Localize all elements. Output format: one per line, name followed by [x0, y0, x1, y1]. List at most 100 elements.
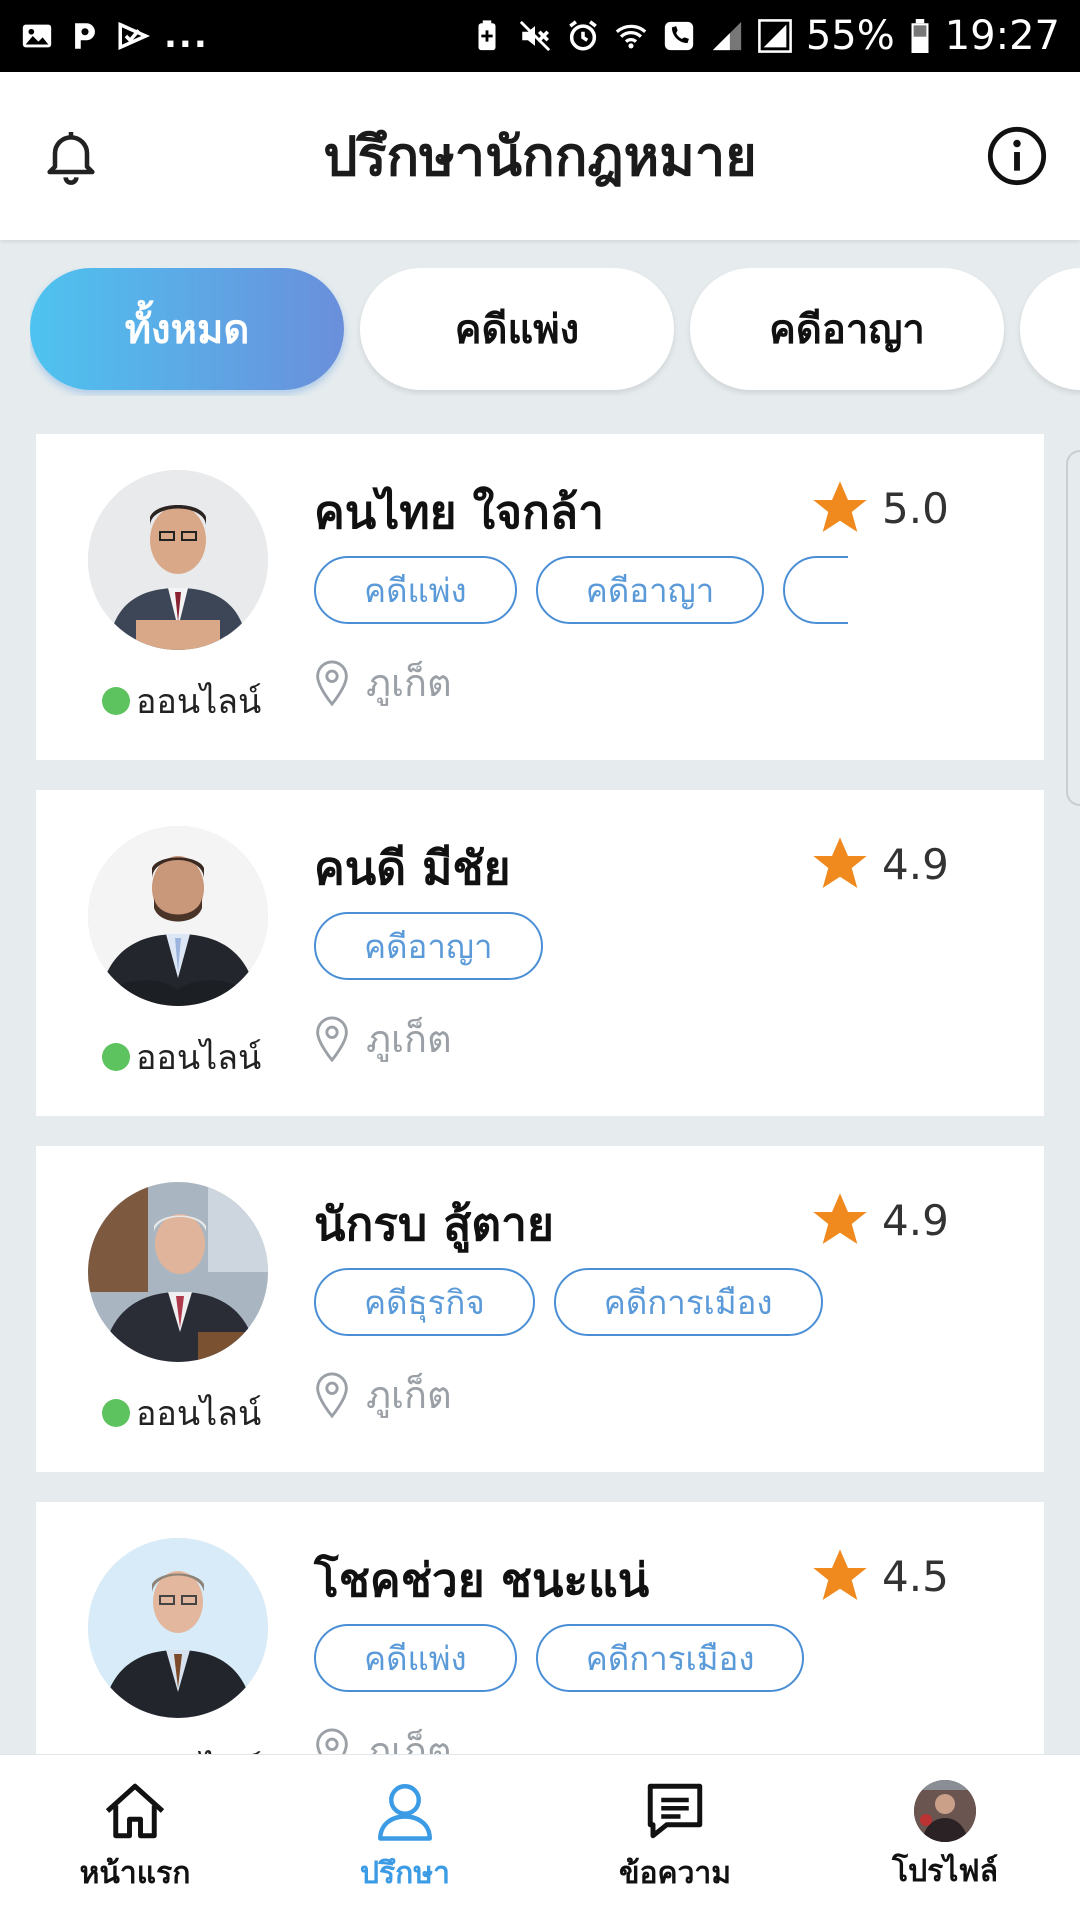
battery-icon [909, 19, 931, 53]
rating-value: 5.0 [882, 483, 949, 533]
specialty-tag: คดีแพ่ง [314, 556, 517, 624]
alarm-icon [566, 19, 600, 53]
clock: 19:27 [944, 13, 1060, 59]
nav-profile-label: โปรไฟล์ [892, 1854, 998, 1889]
status-bar-right: 55% 19:27 [470, 13, 1060, 59]
lawyer-location: ภูเก็ต [314, 1008, 452, 1069]
nav-messages[interactable]: ข้อความ [555, 1778, 795, 1897]
signal-icon-2 [757, 19, 792, 53]
rating-value: 4.9 [882, 1195, 949, 1245]
star-icon [813, 1193, 867, 1244]
bottom-navigation: หน้าแรก ปรึกษา ข้อความ โปรไฟล์ [0, 1754, 1080, 1920]
specialty-tag: คดีการเมือง [535, 1624, 805, 1692]
lawyer-rating: 4.5 [808, 1544, 949, 1608]
specialty-tag: คดีอาญา [535, 556, 765, 624]
online-status: ออนไลน์ [102, 1386, 261, 1440]
page-title: ปรึกษานักกฎหมาย [323, 125, 757, 188]
lawyer-rating: 4.9 [808, 832, 949, 896]
app-header: ปรึกษานักกฎหมาย [0, 72, 1080, 240]
info-icon [987, 126, 1047, 186]
specialty-tag: คดีแพ่ง [314, 1624, 517, 1692]
lawyer-tags: คดีแพ่ง คดีการเมือง [314, 1624, 848, 1694]
lawyer-location: ภูเก็ต [314, 1720, 452, 1754]
specialty-tag: คดีอาญา [314, 912, 543, 980]
location-pin-icon [316, 1371, 348, 1418]
lawyer-rating: 4.9 [808, 1188, 949, 1252]
online-indicator [102, 687, 130, 715]
lawyer-list: ออนไลน์ คนไทย ใจกล้า 5.0 คดีแพ่ง คดีอาญา… [36, 434, 1044, 1754]
location-text: ภูเก็ต [366, 1373, 452, 1417]
rating-value: 4.9 [882, 839, 949, 889]
location-pin-icon [316, 659, 348, 706]
lawyer-name: คนดี มีชัย [314, 841, 511, 895]
nav-profile[interactable]: โปรไฟล์ [825, 1780, 1065, 1895]
location-text: ภูเก็ต [366, 661, 452, 705]
online-status: ออนไลน์ [102, 674, 261, 728]
nav-consult[interactable]: ปรึกษา [285, 1778, 525, 1897]
lawyer-card[interactable]: ออนไลน์ คนดี มีชัย 4.9 คดีอาญา ภูเก็ต [36, 790, 1044, 1116]
lawyer-name: นักรบ สู้ตาย [314, 1197, 554, 1251]
lawyer-tags: คดีธุรกิจ คดีการเมือง [314, 1268, 848, 1338]
user-icon [378, 1784, 432, 1841]
rating-value: 4.5 [882, 1551, 949, 1601]
profile-avatar [914, 1780, 976, 1842]
location-text: ภูเก็ต [366, 1729, 452, 1754]
status-bar: ... 55% 19:27 [0, 0, 1080, 72]
notifications-button[interactable] [36, 121, 106, 191]
online-indicator [102, 1043, 130, 1071]
filter-criminal[interactable]: คดีอาญา [690, 268, 1004, 390]
online-label: ออนไลน์ [136, 682, 262, 722]
filter-civil[interactable]: คดีแพ่ง [360, 268, 674, 390]
lawyer-card[interactable]: ออนไลน์ โชคช่วย ชนะแน่ 4.5 คดีแพ่ง คดีกา… [36, 1502, 1044, 1754]
lawyer-card[interactable]: ออนไลน์ คนไทย ใจกล้า 5.0 คดีแพ่ง คดีอาญา… [36, 434, 1044, 760]
nav-home-label: หน้าแรก [79, 1856, 191, 1891]
specialty-tag: คดีการเมือง [553, 1268, 823, 1336]
specialty-tag: คดีธุรกิจ [314, 1268, 535, 1336]
bell-icon [47, 132, 95, 185]
nav-messages-label: ข้อความ [618, 1856, 732, 1891]
lawyer-tags: คดีแพ่ง คดีอาญา [314, 556, 848, 626]
star-icon [813, 837, 867, 888]
lawyer-avatar [88, 826, 268, 1006]
online-label: ออนไลน์ [136, 1038, 262, 1078]
info-button[interactable] [982, 121, 1052, 191]
lawyer-avatar [88, 470, 268, 650]
lawyer-avatar [88, 1182, 268, 1362]
lawyer-avatar [88, 1538, 268, 1718]
filter-all[interactable]: ทั้งหมด [30, 268, 344, 390]
image-icon [20, 19, 54, 53]
location-pin-icon [316, 1727, 348, 1754]
lawyer-location: ภูเก็ต [314, 652, 452, 713]
online-indicator [102, 1399, 130, 1427]
lawyer-name: โชคช่วย ชนะแน่ [314, 1553, 650, 1607]
lawyer-card[interactable]: ออนไลน์ นักรบ สู้ตาย 4.9 คดีธุรกิจ คดีกา… [36, 1146, 1044, 1472]
location-pin-icon [316, 1015, 348, 1062]
mute-icon [518, 19, 552, 53]
message-icon [647, 1783, 703, 1839]
filter-more[interactable] [1020, 268, 1080, 390]
lawyer-location: ภูเก็ต [314, 1364, 452, 1425]
online-label: ออนไลน์ [136, 1742, 261, 1754]
star-icon [813, 481, 867, 532]
next-card-edge [1066, 450, 1080, 806]
nav-consult-label: ปรึกษา [360, 1856, 450, 1891]
home-icon [105, 1783, 165, 1839]
nav-home[interactable]: หน้าแรก [15, 1778, 255, 1897]
lawyer-tags: คดีอาญา [314, 912, 848, 982]
star-icon [813, 1549, 867, 1600]
battery-saver-icon [470, 19, 504, 53]
online-status: ออนไลน์ [102, 1030, 261, 1084]
signal-icon [710, 19, 744, 53]
status-bar-left: ... [20, 16, 209, 56]
more-notifications: ... [164, 16, 209, 56]
category-filter-bar: ทั้งหมด คดีแพ่ง คดีอาญา [30, 268, 1080, 396]
battery-percent: 55% [805, 13, 895, 59]
p-icon [68, 19, 102, 53]
specialty-tag [783, 556, 848, 624]
online-status: ออนไลน์ [102, 1742, 261, 1754]
online-label: ออนไลน์ [136, 1394, 262, 1434]
location-text: ภูเก็ต [366, 1017, 452, 1061]
wifi-icon [614, 19, 648, 53]
check-icon [116, 19, 150, 53]
lawyer-rating: 5.0 [808, 476, 949, 540]
